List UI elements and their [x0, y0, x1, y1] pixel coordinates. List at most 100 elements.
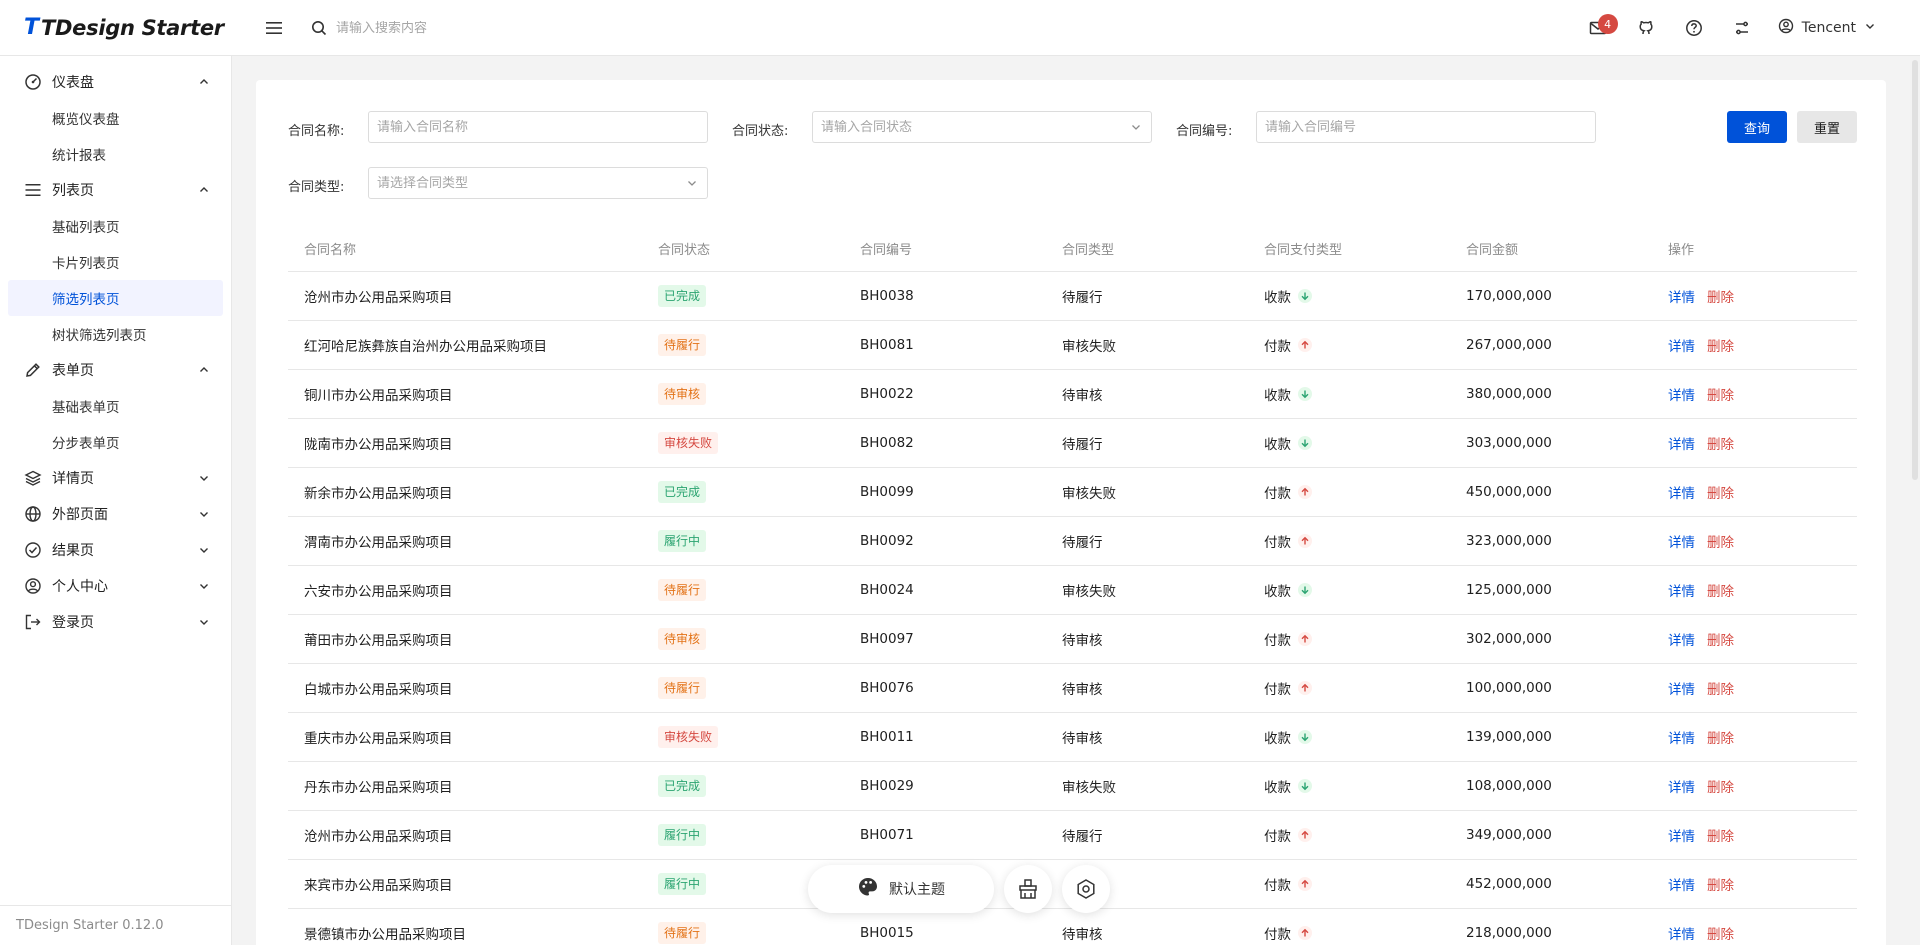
contract-amount-cell: 139,000,000	[1466, 729, 1552, 745]
delete-link[interactable]: 删除	[1707, 290, 1734, 306]
detail-link[interactable]: 详情	[1668, 290, 1695, 306]
delete-link[interactable]: 删除	[1707, 878, 1734, 894]
contract-type-cell: 待审核	[1062, 731, 1103, 747]
table-row: 新余市办公用品采购项目 已完成 BH0099 审核失败 付款 450,000,000 详情删…	[288, 468, 1857, 517]
dashboard-icon	[24, 73, 42, 91]
delete-link[interactable]: 删除	[1707, 829, 1734, 845]
sidebar-item-card-list[interactable]: 卡片列表页	[8, 244, 223, 280]
delete-link[interactable]: 删除	[1707, 682, 1734, 698]
sidebar-item-basic-list[interactable]: 基础列表页	[8, 208, 223, 244]
page-scrollbar[interactable]	[1912, 60, 1918, 480]
detail-link[interactable]: 详情	[1668, 682, 1695, 698]
contract-type-input[interactable]	[377, 175, 685, 191]
sidebar-item-statistics-report[interactable]: 统计报表	[8, 136, 223, 172]
contract-number-input[interactable]	[1265, 119, 1587, 135]
contract-type-cell: 审核失败	[1062, 584, 1116, 600]
search-input[interactable]	[336, 20, 596, 36]
sidebar-item-basic-form[interactable]: 基础表单页	[8, 388, 223, 424]
chevron-down-icon	[1864, 20, 1876, 36]
sidebar-group-personal[interactable]: 个人中心	[8, 568, 223, 604]
sidebar-group-dashboard[interactable]: 仪表盘	[8, 64, 223, 100]
payment-type-cell: 付款	[1248, 482, 1450, 502]
sidebar-item-step-form[interactable]: 分步表单页	[8, 424, 223, 460]
contract-name-field[interactable]	[368, 111, 708, 143]
detail-link[interactable]: 详情	[1668, 584, 1695, 600]
payment-type-label: 付款	[1264, 682, 1291, 698]
delete-link[interactable]: 删除	[1707, 633, 1734, 649]
delete-link[interactable]: 删除	[1707, 486, 1734, 502]
search-icon	[310, 19, 328, 37]
sidebar-group-form[interactable]: 表单页	[8, 352, 223, 388]
payment-type-cell: 收款	[1248, 727, 1450, 747]
payment-type-label: 付款	[1264, 927, 1291, 943]
sidebar-group-detail[interactable]: 详情页	[8, 460, 223, 496]
contract-number-cell: BH0071	[860, 827, 914, 843]
table-row: 铜川市办公用品采购项目 待审核 BH0022 待审核 收款 380,000,000 详情 删除	[288, 370, 1857, 419]
contract-name-input[interactable]	[377, 119, 699, 135]
detail-link[interactable]: 详情	[1668, 927, 1695, 943]
contract-type-cell: 待审核	[1062, 682, 1103, 698]
github-icon[interactable]	[1626, 8, 1666, 48]
column-header: 合同状态	[658, 243, 711, 258]
detail-link[interactable]: 详情	[1668, 486, 1695, 502]
delete-link[interactable]: 删除	[1707, 388, 1734, 404]
detail-link[interactable]: 详情	[1668, 780, 1695, 796]
delete-link[interactable]: 删除	[1707, 535, 1734, 551]
logo-mark: T	[24, 15, 40, 40]
detail-link[interactable]: 详情	[1668, 633, 1695, 649]
detail-link[interactable]: 详情	[1668, 437, 1695, 453]
detail-link[interactable]: 详情	[1668, 731, 1695, 747]
sidebar-group-list[interactable]: 列表页	[8, 172, 223, 208]
reset-button[interactable]: 重置	[1797, 111, 1857, 143]
sidebar-item-overview-dashboard[interactable]: 概览仪表盘	[8, 100, 223, 136]
clear-icon[interactable]	[1004, 865, 1052, 913]
delete-link[interactable]: 删除	[1707, 927, 1734, 943]
sidebar-item-tree-filter-list[interactable]: 树状筛选列表页	[8, 316, 223, 352]
delete-link[interactable]: 删除	[1707, 780, 1734, 796]
contract-amount-cell: 302,000,000	[1466, 631, 1552, 647]
contract-status-input[interactable]	[821, 119, 1129, 135]
detail-link[interactable]: 详情	[1668, 339, 1695, 355]
setting-icon[interactable]	[1062, 865, 1110, 913]
sidebar-item-filter-list[interactable]: 筛选列表页	[8, 280, 223, 316]
delete-link[interactable]: 删除	[1707, 731, 1734, 747]
delete-link[interactable]: 删除	[1707, 339, 1734, 355]
contract-type-cell: 待履行	[1062, 437, 1103, 453]
contract-number-cell: BH0082	[860, 435, 914, 451]
theme-switch-button[interactable]: 默认主题	[808, 865, 994, 913]
detail-link[interactable]: 详情	[1668, 388, 1695, 404]
detail-link[interactable]: 详情	[1668, 829, 1695, 845]
delete-link[interactable]: 删除	[1707, 437, 1734, 453]
query-button[interactable]: 查询	[1727, 111, 1787, 143]
mail-icon[interactable]: 4	[1578, 8, 1618, 48]
contract-number-field[interactable]	[1256, 111, 1596, 143]
column-header: 合同支付类型	[1264, 243, 1343, 258]
contract-type-select[interactable]	[368, 167, 708, 199]
operation-cell: 详情 删除	[1652, 286, 1857, 306]
contract-amount-cell: 452,000,000	[1466, 876, 1552, 892]
user-menu[interactable]: Tencent	[1778, 8, 1876, 48]
contract-status-select[interactable]	[812, 111, 1152, 143]
sidebar-group-external[interactable]: 外部页面	[8, 496, 223, 532]
detail-link[interactable]: 详情	[1668, 878, 1695, 894]
status-badge: 审核失败	[658, 432, 719, 454]
setting-icon[interactable]	[1722, 8, 1762, 48]
contract-status-cell: 待履行	[642, 579, 844, 601]
contract-number-cell: BH0015	[860, 925, 914, 941]
menu-fold-icon[interactable]	[262, 16, 286, 40]
sidebar-group-label: 登录页	[52, 615, 94, 631]
column-header: 合同金额	[1466, 243, 1519, 258]
logo[interactable]: T TDesign Starter	[0, 0, 232, 56]
contract-table: 合同名称 合同状态 合同编号 合同类型 合同支付类型 合同金额 操作 沧州市办公…	[288, 226, 1857, 945]
detail-link[interactable]: 详情	[1668, 535, 1695, 551]
payment-type-label: 收款	[1264, 731, 1291, 747]
delete-link[interactable]: 删除	[1707, 584, 1734, 600]
sidebar-group-result[interactable]: 结果页	[8, 532, 223, 568]
help-circle-icon[interactable]	[1674, 8, 1714, 48]
sidebar-group-login[interactable]: 登录页	[8, 604, 223, 640]
contract-amount-cell: 267,000,000	[1466, 337, 1552, 353]
palette-icon	[857, 876, 879, 902]
status-badge: 待审核	[658, 628, 707, 650]
status-badge: 履行中	[658, 530, 707, 552]
contract-status-cell: 审核失败	[642, 432, 844, 454]
